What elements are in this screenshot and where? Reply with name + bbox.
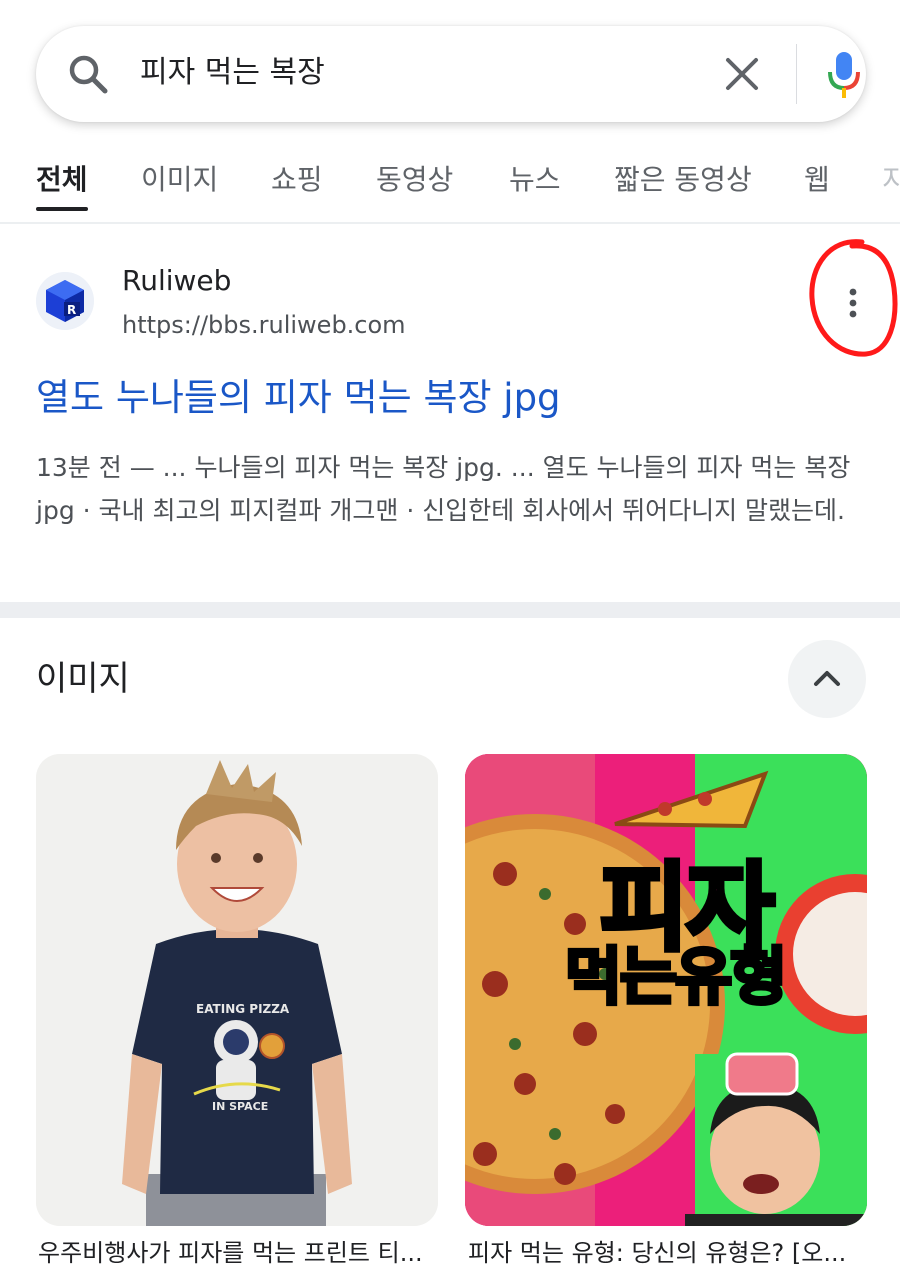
image-caption[interactable]: 피자 먹는 유형: 당신의 유형은? [오... [468, 1236, 878, 1270]
result-url[interactable]: https://bbs.ruliweb.com [122, 308, 406, 342]
close-icon[interactable] [722, 54, 762, 94]
red-annotation-circle [809, 239, 898, 357]
search-input[interactable]: 피자 먹는 복장 [140, 53, 325, 93]
boy-tshirt-image [36, 754, 438, 1226]
shirt-text-bottom: IN SPACE [212, 1100, 269, 1113]
section-divider [0, 602, 900, 618]
tab-more[interactable]: 지 [882, 160, 900, 200]
active-tab-indicator [36, 207, 88, 211]
svg-text:R: R [67, 303, 76, 317]
microphone-icon[interactable] [826, 50, 862, 100]
shirt-text-top: EATING PIZZA [196, 1002, 290, 1016]
divider [796, 44, 797, 104]
collapse-button[interactable] [788, 640, 866, 718]
tab-all[interactable]: 전체 [36, 160, 88, 200]
tab-news[interactable]: 뉴스 [509, 160, 561, 200]
image-caption[interactable]: 우주비행사가 피자를 먹는 프린트 티... [38, 1236, 448, 1270]
tab-shopping[interactable]: 쇼핑 [271, 160, 323, 200]
ruliweb-logo-icon: R [36, 272, 94, 330]
search-tabs: 전체 이미지 쇼핑 동영상 뉴스 짧은 동영상 웹 지 [0, 150, 900, 220]
tab-videos[interactable]: 동영상 [376, 160, 453, 200]
search-bar[interactable]: 피자 먹는 복장 [36, 26, 866, 122]
result-site-name[interactable]: Ruliweb [122, 262, 231, 300]
search-icon[interactable] [66, 52, 110, 96]
image-result-tshirt[interactable]: EATING PIZZA IN SPACE [36, 754, 438, 1226]
divider [0, 222, 900, 224]
result-snippet: 13분 전 — ... 누나들의 피자 먹는 복장 jpg. ... 열도 누나… [36, 453, 851, 525]
tab-short-videos[interactable]: 짧은 동영상 [614, 160, 752, 200]
poster-text-line-2: 먹는유형 [563, 938, 789, 1015]
image-result-pizza-poster[interactable]: 피자 먹는유형 [465, 754, 867, 1226]
tab-images[interactable]: 이미지 [141, 160, 218, 200]
images-section-heading: 이미지 [36, 659, 130, 699]
result-title-link[interactable]: 열도 누나들의 피자 먹는 복장 jpg [36, 372, 561, 424]
chevron-up-icon [814, 671, 840, 686]
tab-web[interactable]: 웹 [804, 160, 830, 200]
